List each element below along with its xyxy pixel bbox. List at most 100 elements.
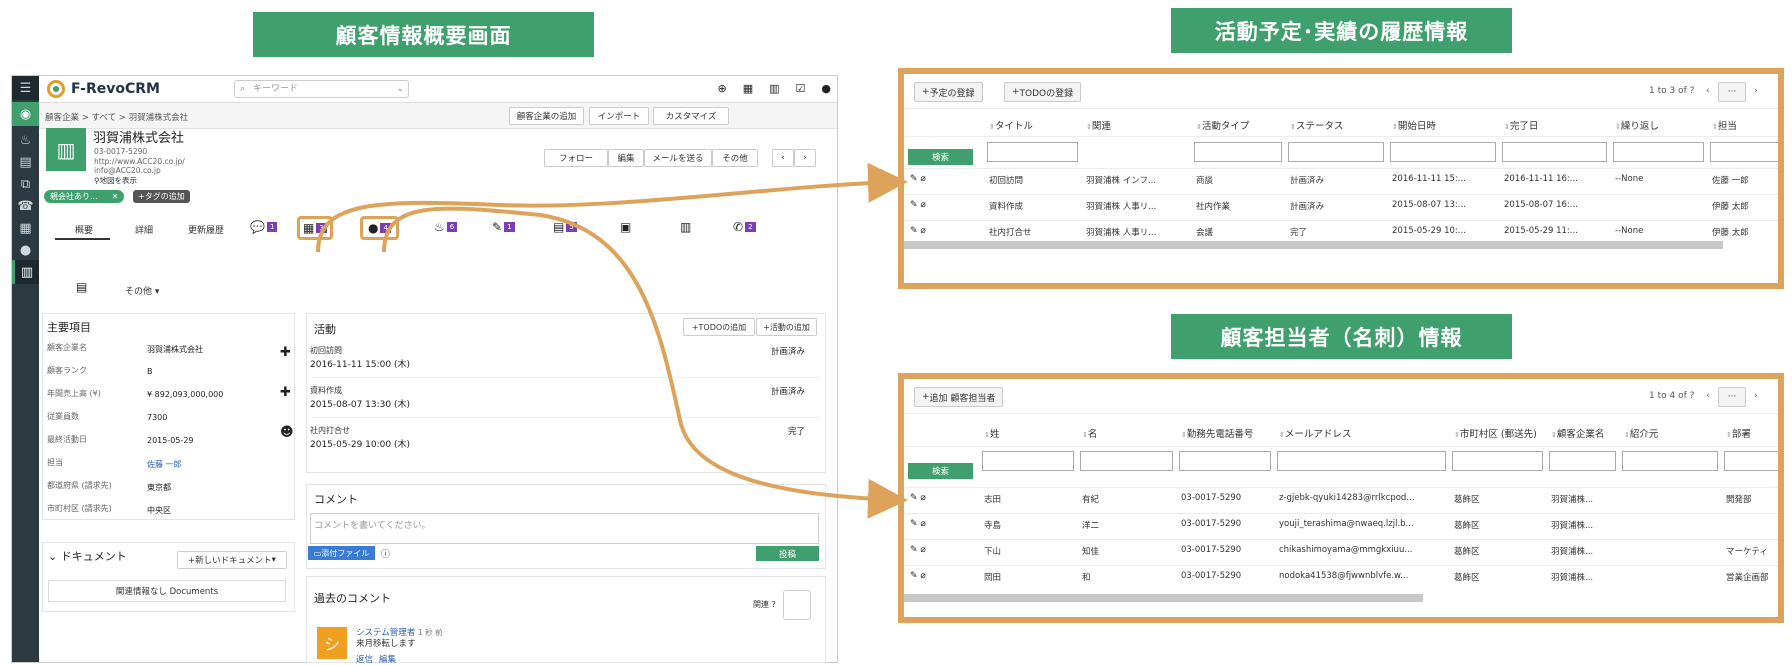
tab-comments[interactable]: 💬 1 <box>250 220 278 234</box>
attach-file-button[interactable]: ▭ 添付ファイル <box>308 546 375 560</box>
column-header[interactable]: ⇕顧客企業名 <box>1551 426 1604 440</box>
tab-orders[interactable]: ▤ 5 <box>553 220 577 234</box>
register-todo-button[interactable]: + TODOの登録 <box>1004 82 1082 102</box>
filter-input[interactable] <box>1710 142 1778 162</box>
filter-input[interactable] <box>1277 451 1446 471</box>
tag-close-icon[interactable]: ✕ <box>112 192 119 201</box>
column-header[interactable]: ⇕タイトル <box>989 118 1033 132</box>
related-checkbox[interactable] <box>783 590 811 620</box>
filter-input[interactable] <box>1288 142 1384 162</box>
customize-button[interactable]: カスタマイズ <box>653 107 729 125</box>
filter-input[interactable] <box>1549 451 1616 471</box>
calendar-rail-icon[interactable]: ▦ <box>12 216 39 240</box>
add-contact-button[interactable]: + 追加 顧客担当者 <box>914 387 1004 407</box>
edit-icon[interactable]: ✎ <box>910 174 918 184</box>
column-header[interactable]: ⇕紹介元 <box>1624 426 1658 440</box>
filter-input[interactable] <box>1194 142 1282 162</box>
add-todo-button[interactable]: + TODOの追加 <box>683 318 755 336</box>
tab-quotes[interactable]: ✎ 1 <box>492 220 515 234</box>
edit-comment-link[interactable]: 編集 <box>379 653 396 665</box>
column-header[interactable]: ⇕完了日 <box>1504 118 1538 132</box>
documents-title[interactable]: ⌄ ドキュメント <box>48 548 127 564</box>
link-icon[interactable]: ⌀ <box>920 571 925 581</box>
map-link[interactable]: ⚲地図を表示 <box>94 175 137 186</box>
more-button[interactable]: ··· <box>1718 82 1746 102</box>
layers-icon[interactable]: ⧉ <box>12 172 39 196</box>
tab-detail[interactable]: 詳細 <box>135 223 153 236</box>
more-actions-button[interactable]: その他 <box>712 149 758 167</box>
link-icon[interactable]: ⌀ <box>920 519 925 529</box>
new-document-button[interactable]: +新しいドキュメント ▾ <box>177 551 287 569</box>
column-header[interactable]: ⇕繰り返し <box>1615 118 1659 132</box>
menu-icon[interactable]: ☰ <box>12 76 39 100</box>
column-header[interactable]: ⇕ステータス <box>1290 118 1343 132</box>
prev-page-icon[interactable]: ‹ <box>1706 391 1710 401</box>
add-tag-button[interactable]: +タグの追加 <box>133 190 190 203</box>
column-header[interactable]: ⇕姓 <box>984 426 999 440</box>
next-record-button[interactable]: › <box>794 149 816 167</box>
app-logo[interactable]: F-RevoCRM <box>47 80 160 98</box>
activity-title-link[interactable]: 社内打合せ <box>310 425 350 436</box>
tag-chip[interactable]: 親会社あり... ✕ <box>44 190 125 203</box>
filter-input[interactable] <box>987 142 1078 162</box>
record-website[interactable]: http://www.ACC20.co.jp/ <box>94 157 185 166</box>
tab-invoices[interactable]: ▣ <box>620 220 631 234</box>
tab-potentials[interactable]: ♨ 6 <box>434 220 458 234</box>
link-icon[interactable]: ⌀ <box>920 545 925 555</box>
filter-input[interactable] <box>1613 142 1704 162</box>
tab-contacts[interactable]: ● 4 <box>360 216 399 240</box>
search-button[interactable]: 検索 <box>908 463 973 479</box>
calendar-icon[interactable]: ▦ <box>743 82 753 95</box>
next-page-icon[interactable]: › <box>1754 391 1758 401</box>
column-header[interactable]: ⇕関連 <box>1086 118 1111 132</box>
edit-icon[interactable]: ✎ <box>910 226 918 236</box>
filter-input[interactable] <box>1452 451 1543 471</box>
info-icon[interactable]: ⓘ <box>381 547 390 560</box>
activity-title-link[interactable]: 資料作成 <box>310 385 342 396</box>
tab-documents-icon[interactable]: ▤ <box>76 280 87 294</box>
add-company-button[interactable]: 顧客企業の追加 <box>509 107 584 125</box>
tab-events[interactable]: ▦ 3 <box>297 216 333 240</box>
horizontal-scrollbar[interactable] <box>904 241 1723 249</box>
comment-input[interactable]: コメントを書いてください。 <box>310 513 819 544</box>
edit-icon[interactable]: ✎ <box>910 571 918 581</box>
filter-input[interactable] <box>1724 451 1778 471</box>
filter-input[interactable] <box>982 451 1074 471</box>
prev-record-button[interactable]: ‹ <box>772 149 794 167</box>
follow-button[interactable]: フォロー <box>544 149 608 167</box>
checkbox-icon[interactable]: ☑ <box>796 82 806 95</box>
column-header[interactable]: ⇕担当 <box>1712 118 1737 132</box>
column-header[interactable]: ⇕名 <box>1082 426 1097 440</box>
related-toggle[interactable]: 関連 ? <box>753 599 776 610</box>
home-icon[interactable]: ◉ <box>12 102 39 126</box>
breadcrumb[interactable]: 顧客企業 > すべて > 羽賀浦株式会社 <box>45 111 188 123</box>
person-icon[interactable]: ● <box>12 238 39 262</box>
support-icon[interactable]: ☎ <box>12 194 39 218</box>
company-icon[interactable]: ▥ <box>12 260 39 284</box>
add-icon[interactable]: ⊕ <box>717 82 726 95</box>
column-header[interactable]: ⇕メールアドレス <box>1279 426 1351 440</box>
search-button[interactable]: 検索 <box>908 149 973 165</box>
document-icon[interactable]: ▤ <box>12 150 39 174</box>
post-comment-button[interactable]: 投稿 <box>756 546 819 561</box>
record-email[interactable]: info@ACC20.co.jp <box>94 166 161 175</box>
user-icon[interactable]: ● <box>821 82 831 95</box>
tab-campaigns[interactable]: ✆ 2 <box>733 220 756 234</box>
link-icon[interactable]: ⌀ <box>920 174 925 184</box>
edit-button[interactable]: 編集 <box>608 149 644 167</box>
tab-history[interactable]: 更新履歴 <box>188 223 224 236</box>
column-header[interactable]: ⇕勤務先電話番号 <box>1181 426 1253 440</box>
register-event-button[interactable]: + 予定の登録 <box>914 82 983 102</box>
filter-input[interactable] <box>1390 142 1496 162</box>
link-icon[interactable]: ⌀ <box>920 493 925 503</box>
filter-input[interactable] <box>1502 142 1607 162</box>
filter-input[interactable] <box>1622 451 1718 471</box>
search-dropdown-icon[interactable]: ⌄ <box>396 81 404 97</box>
sales-icon[interactable]: ♨ <box>12 128 39 152</box>
prev-page-icon[interactable]: ‹ <box>1706 86 1710 96</box>
column-header[interactable]: ⇕部署 <box>1726 426 1751 440</box>
link-icon[interactable]: ⌀ <box>920 200 925 210</box>
more-button[interactable]: ··· <box>1718 387 1746 407</box>
edit-icon[interactable]: ✎ <box>910 200 918 210</box>
tab-summary[interactable]: 概要 <box>75 223 93 236</box>
